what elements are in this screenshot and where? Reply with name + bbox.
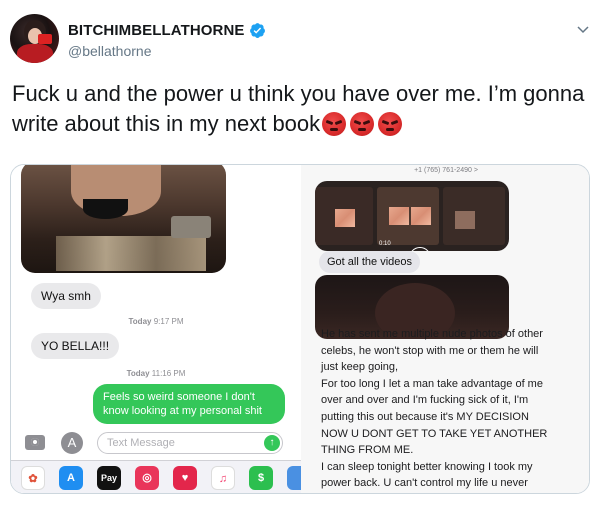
music-app-icon[interactable]: ♫	[211, 466, 235, 490]
video-duration: 0:10	[379, 241, 391, 247]
digital-touch-icon[interactable]: ♥	[173, 466, 197, 490]
photos-app-icon[interactable]: ✿	[21, 466, 45, 490]
search-images-icon[interactable]: ◎	[135, 466, 159, 490]
tweet-text: Fuck u and the power u think you have ov…	[12, 79, 597, 139]
imessage-screenshot-right: +1 (765) 761-2490 > 0:10 Got all the vid…	[301, 165, 589, 493]
cash-app-icon[interactable]: $	[249, 466, 273, 490]
app-store-app-icon[interactable]: A	[59, 466, 83, 490]
imessage-screenshot-left: Wya smh Today 9:17 PM YO BELLA!!! Today …	[11, 165, 301, 493]
play-icon[interactable]	[409, 247, 431, 251]
tweet: BITCHIMBELLATHORNE @bellathorne Fuck u a…	[0, 0, 607, 510]
message-bubble-incoming: Wya smh	[31, 283, 101, 309]
message-bubble-outgoing: Feels so weird someone I don't know look…	[93, 384, 285, 424]
video-message[interactable]: 0:10	[315, 181, 509, 251]
angry-face-emoji-icon	[378, 112, 403, 136]
timestamp: Today 11:16 PM	[126, 369, 186, 378]
timestamp: Today 9:17 PM	[128, 317, 184, 326]
send-arrow-icon[interactable]: ↑	[264, 435, 280, 451]
message-bubble-incoming: Got all the videos	[319, 251, 420, 273]
camera-icon[interactable]	[25, 435, 45, 450]
emoji-group	[322, 112, 403, 136]
compose-bar: A Text Message ↑	[11, 427, 301, 459]
attached-image[interactable]: Wya smh Today 9:17 PM YO BELLA!!! Today …	[10, 164, 590, 494]
message-bubble-incoming: YO BELLA!!!	[31, 333, 120, 359]
message-input[interactable]: Text Message	[97, 432, 283, 454]
contact-header[interactable]: +1 (765) 761-2490 >	[301, 165, 589, 177]
app-store-icon[interactable]: A	[61, 432, 83, 454]
photo-message	[21, 165, 226, 273]
display-name[interactable]: BITCHIMBELLATHORNE	[68, 22, 245, 39]
author-name-row[interactable]: BITCHIMBELLATHORNE	[68, 22, 266, 39]
chevron-down-icon[interactable]	[576, 22, 590, 36]
angry-face-emoji-icon	[322, 112, 347, 136]
statement-text: He has sent me multiple nude photos of o…	[321, 328, 548, 490]
handle[interactable]: @bellathorne	[68, 43, 152, 59]
tweet-body: Fuck u and the power u think you have ov…	[12, 81, 585, 136]
avatar[interactable]	[10, 14, 59, 63]
verified-badge-icon	[249, 23, 265, 38]
more-apps-icon[interactable]	[287, 466, 301, 490]
angry-face-emoji-icon	[350, 112, 375, 136]
imessage-app-drawer: ✿ A Pay ◎ ♥ ♫ $	[11, 460, 301, 493]
apple-pay-icon[interactable]: Pay	[97, 466, 121, 490]
